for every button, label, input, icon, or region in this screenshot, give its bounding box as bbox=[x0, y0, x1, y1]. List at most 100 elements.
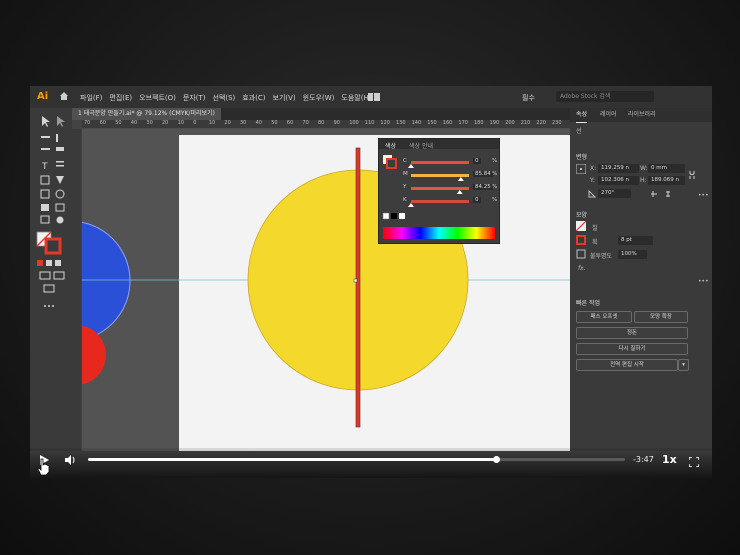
fill-label: 칠 bbox=[592, 225, 598, 232]
ruler-label: 30 bbox=[240, 120, 247, 126]
tab-properties[interactable]: 속성 bbox=[576, 108, 588, 123]
horizontal-ruler: 70 60 50 40 30 20 10 0 10 20 30 40 50 60 70 80 90 100 110 1… bbox=[82, 120, 570, 129]
global-edit-dropdown[interactable]: ▾ bbox=[678, 359, 689, 371]
ruler-label: 80 bbox=[318, 120, 325, 126]
arrange-button[interactable]: 정돈 bbox=[576, 327, 688, 339]
ruler-label: 20 bbox=[224, 120, 231, 126]
stroke-swatch[interactable] bbox=[576, 235, 586, 245]
home-icon[interactable] bbox=[59, 91, 69, 101]
document-tab-bar: 1 태극문양 만들기.ai* @ 79.12% (CMYK/미리보기) bbox=[72, 108, 570, 120]
document-tab[interactable]: 1 태극문양 만들기.ai* @ 79.12% (CMYK/미리보기) bbox=[72, 108, 221, 120]
workspace-switcher[interactable]: 필수 bbox=[522, 93, 535, 103]
red-vertical-line[interactable] bbox=[355, 147, 361, 428]
slider-unit: % bbox=[492, 158, 498, 164]
h-field[interactable]: 189.069 n bbox=[648, 176, 685, 185]
progress-fill bbox=[88, 458, 497, 461]
panel-tabs: 속성 레이어 라이브러리 bbox=[570, 108, 712, 123]
ruler-label: 230 bbox=[552, 120, 562, 126]
menu-file[interactable]: 파일(F) bbox=[80, 93, 102, 103]
more-appearance-icon[interactable]: ••• bbox=[698, 278, 709, 285]
angle-field[interactable]: 270° bbox=[598, 189, 631, 198]
slider-value-c[interactable]: 0 bbox=[473, 158, 481, 164]
flip-icons[interactable] bbox=[650, 190, 680, 198]
menu-window[interactable]: 윈도우(W) bbox=[303, 93, 335, 103]
menu-help[interactable]: 도움말(H) bbox=[341, 93, 371, 103]
ruler-label: 40 bbox=[130, 120, 138, 126]
opacity-field[interactable]: 100% bbox=[618, 250, 647, 259]
slider-track-m[interactable] bbox=[411, 174, 469, 177]
slider-thumb-m[interactable] bbox=[457, 177, 464, 181]
slider-value-m[interactable]: 85.84 bbox=[473, 171, 493, 177]
playback-speed-button[interactable]: 1x bbox=[662, 453, 677, 466]
ruler-label: 100 bbox=[349, 120, 359, 126]
reference-point-icon[interactable] bbox=[576, 164, 586, 174]
illustrator-window: Ai 파일(F) 편집(E) 오브젝트(O) 문자(T) 선택(S) 효과(C)… bbox=[30, 86, 712, 478]
tools-panel: T bbox=[30, 108, 72, 451]
slider-value-y[interactable]: 84.25 bbox=[473, 184, 493, 190]
quick-actions-title: 빠른 작업 bbox=[576, 300, 600, 307]
ruler-label: 130 bbox=[396, 120, 406, 126]
menu-object[interactable]: 오브젝트(O) bbox=[139, 93, 176, 103]
ruler-label: 30 bbox=[146, 120, 153, 126]
transform-title: 변형 bbox=[576, 154, 588, 161]
start-global-edit-button[interactable]: 전역 편집 시작 bbox=[576, 359, 678, 371]
recolor-button[interactable]: 다시 칠하기 bbox=[576, 343, 688, 355]
ruler-label: 0 bbox=[193, 120, 197, 126]
fullscreen-icon[interactable] bbox=[689, 457, 699, 467]
color-controls bbox=[382, 155, 469, 220]
menu-view[interactable]: 보기(V) bbox=[273, 93, 296, 103]
slider-track-c[interactable] bbox=[411, 161, 469, 164]
arrange-documents-icon[interactable] bbox=[368, 93, 380, 101]
ruler-label: 200 bbox=[505, 120, 515, 126]
anchor-point[interactable] bbox=[353, 278, 358, 283]
constrain-proportions-icon[interactable] bbox=[688, 170, 696, 180]
stroke-weight-field[interactable]: 8 pt bbox=[618, 236, 653, 245]
slider-thumb-y[interactable] bbox=[456, 190, 463, 194]
ruler-label: 210 bbox=[520, 120, 531, 126]
angle-icon bbox=[588, 190, 596, 198]
x-label: X: bbox=[590, 165, 597, 172]
ruler-label: 20 bbox=[162, 120, 169, 126]
slider-unit: % bbox=[492, 171, 498, 177]
ruler-label: 60 bbox=[286, 120, 294, 126]
red-taegeuk-shape[interactable] bbox=[82, 325, 106, 385]
color-spectrum[interactable] bbox=[383, 227, 495, 239]
slider-thumb-c[interactable] bbox=[408, 164, 414, 168]
ruler-label: 50 bbox=[115, 120, 122, 126]
slider-label-c: C bbox=[403, 158, 407, 164]
y-field[interactable]: 102.306 n bbox=[598, 176, 639, 185]
fill-swatch[interactable] bbox=[576, 221, 586, 231]
video-controls: -3:47 1x bbox=[30, 448, 712, 478]
menu-select[interactable]: 선택(S) bbox=[213, 93, 236, 103]
tab-libraries[interactable]: 라이브러리 bbox=[628, 108, 656, 122]
volume-icon[interactable] bbox=[64, 454, 76, 466]
slider-track-k[interactable] bbox=[411, 200, 469, 203]
blue-taegeuk-shape[interactable] bbox=[82, 221, 131, 341]
expand-appearance-button[interactable]: 모양 확장 bbox=[634, 311, 688, 323]
offset-path-button[interactable]: 패스 오프셋 bbox=[576, 311, 632, 323]
svg-text:T: T bbox=[41, 162, 48, 172]
progress-track[interactable] bbox=[88, 456, 625, 463]
appearance-title: 모양 bbox=[576, 212, 588, 219]
opacity-label: 불투명도 bbox=[590, 253, 613, 260]
slider-track-y[interactable] bbox=[411, 187, 469, 190]
fx-button[interactable]: fx. bbox=[578, 265, 586, 272]
illustrator-logo: Ai bbox=[37, 91, 49, 102]
y-label: Y: bbox=[590, 177, 595, 184]
more-transform-icon[interactable]: ••• bbox=[698, 192, 709, 199]
slider-unit: % bbox=[492, 184, 498, 190]
w-field[interactable]: 0 mm bbox=[648, 164, 685, 173]
menu-edit[interactable]: 편집(E) bbox=[109, 93, 132, 103]
stock-search-input[interactable]: Adobe Stock 검색 bbox=[556, 91, 654, 102]
tab-layers[interactable]: 레이어 bbox=[600, 108, 617, 122]
slider-unit: % bbox=[492, 197, 498, 203]
slider-thumb-k[interactable] bbox=[408, 203, 414, 207]
menu-effect[interactable]: 효과(C) bbox=[242, 93, 265, 103]
progress-thumb[interactable] bbox=[493, 456, 501, 463]
ruler-label: 140 bbox=[411, 120, 422, 126]
x-field[interactable]: 119.259 n bbox=[598, 164, 639, 173]
slider-value-k[interactable]: 0 bbox=[473, 197, 481, 203]
ruler-label: 10 bbox=[208, 120, 216, 126]
color-panel: 색상 색상 안내 C 0% M 85.84% Y 84.25% K 0% bbox=[378, 138, 500, 244]
menu-type[interactable]: 문자(T) bbox=[183, 93, 206, 103]
